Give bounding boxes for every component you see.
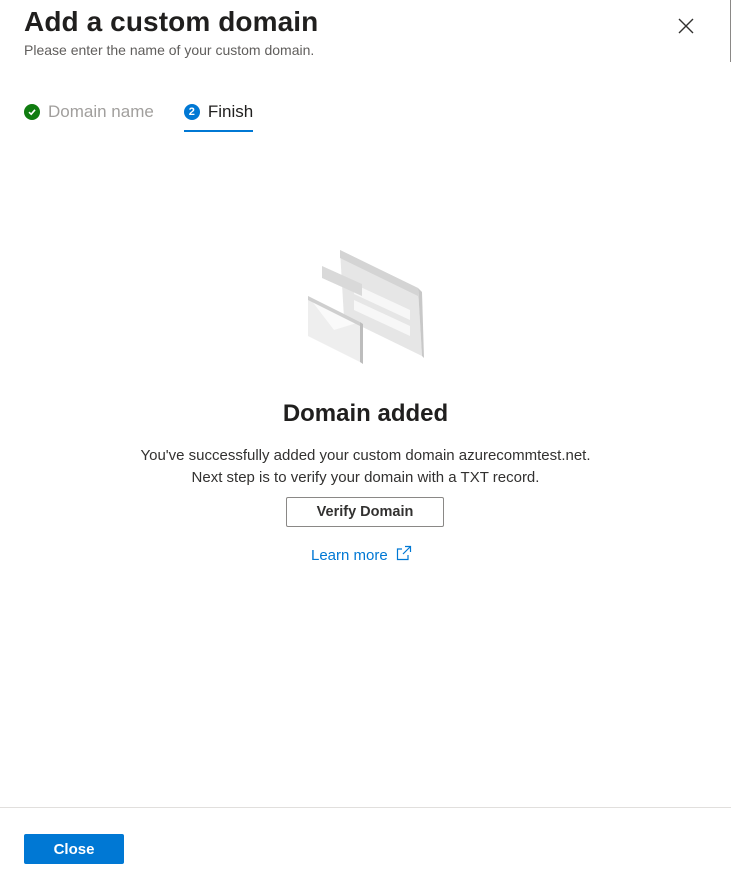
step-domain-name[interactable]: Domain name xyxy=(24,98,154,126)
close-button[interactable]: Close xyxy=(24,834,124,864)
email-envelope-illustration xyxy=(308,250,424,364)
result-message-line: Next step is to verify your domain with … xyxy=(191,469,540,486)
close-panel-button[interactable] xyxy=(674,14,698,38)
verify-domain-button[interactable]: Verify Domain xyxy=(286,497,444,527)
result-message-line: You've successfully added your custom do… xyxy=(140,447,591,464)
external-link-icon xyxy=(396,545,411,561)
step-label: Finish xyxy=(207,102,254,121)
checkmark-circle-icon xyxy=(24,104,40,120)
wizard-steps: Domain name 2 Finish xyxy=(24,98,254,132)
result-title: Domain added xyxy=(282,400,449,427)
panel-title: Add a custom domain xyxy=(24,6,319,37)
close-icon xyxy=(678,18,694,34)
step-finish[interactable]: 2 Finish xyxy=(183,98,254,132)
footer-divider xyxy=(0,807,731,808)
panel-header: Add a custom domain Please enter the nam… xyxy=(24,6,318,58)
step-number-badge: 2 xyxy=(183,104,200,120)
learn-more-label: Learn more xyxy=(311,547,388,564)
step-label: Domain name xyxy=(48,102,154,121)
learn-more-link[interactable]: Learn more xyxy=(311,545,412,564)
result-message: You've successfully added your custom do… xyxy=(0,445,731,489)
panel-subtitle: Please enter the name of your custom dom… xyxy=(24,42,315,58)
